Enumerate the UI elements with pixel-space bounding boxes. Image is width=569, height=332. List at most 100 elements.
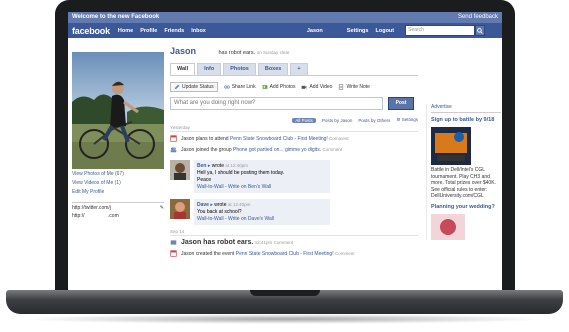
- main-column: Jason has robot ears. on Sunday clear Wa…: [170, 41, 418, 258]
- top-nav-bar: facebook Home Profile Friends Inbox Jaso…: [68, 23, 502, 38]
- arrow-icon: ▸: [207, 163, 211, 169]
- ad1-body: Battle in Dell/Intel's CGL tournament. P…: [431, 167, 496, 199]
- profile-picture[interactable]: [72, 52, 164, 169]
- twitter-url[interactable]: http://twitter.com/j: [72, 205, 111, 211]
- day-label-yesterday: Yesterday: [170, 125, 418, 132]
- edit-profile-link[interactable]: Edit My Profile: [72, 189, 164, 196]
- nav-user-name[interactable]: Jason: [307, 28, 323, 34]
- ad2-image[interactable]: [431, 213, 465, 240]
- tab-wall[interactable]: Wall: [170, 63, 196, 75]
- ads-column: Advertise Sign up to battle by 9/18 Batt…: [426, 104, 501, 240]
- wall-filters: All Posts Posts by Jason Posts by Others…: [170, 117, 418, 123]
- filter-all-posts[interactable]: All Posts: [292, 117, 316, 123]
- tab-info[interactable]: Info: [197, 63, 222, 75]
- feed-story: Jason created the event Penn State Snowb…: [170, 250, 418, 258]
- feed-story: Jason joined the group Phone got partied…: [170, 146, 418, 154]
- search-button[interactable]: [475, 25, 486, 36]
- website-url[interactable]: http://: [72, 213, 85, 219]
- story2-group-link[interactable]: Phone got partied on... gimme yo digits.: [233, 147, 321, 153]
- ad1-title[interactable]: Sign up to battle by 9/18: [431, 117, 501, 124]
- group-icon: [170, 147, 177, 153]
- ben-avatar[interactable]: [170, 160, 190, 180]
- tab-photos[interactable]: Photos: [223, 63, 256, 75]
- laptop-shadow: [20, 314, 549, 324]
- wall-to-wall-link-dave[interactable]: Wall-to-Wall - Write on Dave's Wall: [197, 216, 327, 223]
- wall-post-ben: Ben ▸ wrote at 12:40pm Hell ya, I should…: [170, 160, 418, 193]
- ad2-title[interactable]: Planning your wedding?: [431, 204, 501, 211]
- status-clear-link[interactable]: clear: [280, 50, 290, 55]
- filter-posts-by-jason[interactable]: Posts by Jason: [322, 118, 353, 123]
- nav-home[interactable]: Home: [118, 28, 133, 34]
- filter-posts-by-others[interactable]: Posts by Others: [358, 118, 390, 123]
- nav-settings[interactable]: Settings: [347, 28, 369, 34]
- story2-comment-link[interactable]: Comment: [322, 147, 342, 152]
- profile-name: Jason: [170, 46, 197, 56]
- big-status-comment-link[interactable]: Comment: [274, 240, 294, 245]
- add-photos-button[interactable]: Add Photos: [262, 84, 296, 90]
- share-link-button[interactable]: Share Link: [223, 84, 256, 90]
- post-verb: wrote: [211, 163, 224, 169]
- story1-event-link[interactable]: Penn State Snowboard Club - First Meetin…: [230, 136, 328, 142]
- status-pencil-icon: [174, 84, 180, 90]
- filter-settings-label: Settings: [401, 117, 418, 122]
- status-icon: [170, 240, 177, 245]
- share-link-label: Share Link: [231, 84, 256, 90]
- story1-comment-link[interactable]: Comment: [329, 136, 349, 141]
- welcome-strip: Welcome to the new Facebook Send feedbac…: [68, 12, 502, 23]
- status-text: has robot ears.: [218, 50, 256, 56]
- settings-gear-icon: ⚙: [396, 117, 401, 122]
- write-note-button[interactable]: Write Note: [338, 84, 370, 90]
- feed-story: Jason plans to attend Penn State Snowboa…: [170, 135, 418, 143]
- post-button[interactable]: Post: [388, 97, 414, 110]
- nav-friends[interactable]: Friends: [164, 28, 184, 34]
- ad1-image[interactable]: [431, 127, 471, 165]
- advertise-link[interactable]: Advertise: [431, 104, 501, 113]
- post-body-line: Peace: [197, 177, 212, 183]
- welcome-text: Welcome to the new Facebook: [72, 14, 160, 20]
- edit-pencil-icon[interactable]: ✎: [160, 205, 164, 211]
- big-status-time: 12:41pm: [254, 240, 273, 245]
- story3-comment-link[interactable]: Comment: [335, 251, 355, 256]
- laptop-base: [0, 290, 569, 332]
- story3-prefix: Jason created the event: [181, 251, 235, 257]
- wall-post-bubble: Ben ▸ wrote at 12:40pm Hell ya, I should…: [194, 160, 330, 193]
- post-author-ben[interactable]: Ben: [197, 163, 206, 169]
- wall-to-wall-link-ben[interactable]: Wall-to-Wall - Write on Ben's Wall: [197, 184, 327, 191]
- add-photos-label: Add Photos: [269, 84, 296, 90]
- nav-logout[interactable]: Logout: [375, 28, 394, 34]
- story-text: Jason plans to attend Penn State Snowboa…: [181, 135, 349, 143]
- profile-tabs: Wall Info Photos Boxes +: [170, 63, 418, 76]
- story2-prefix: Jason joined the group: [181, 147, 232, 153]
- browser-screen: Welcome to the new Facebook Send feedbac…: [68, 12, 502, 292]
- tab-add[interactable]: +: [290, 63, 308, 75]
- link-icon: [223, 85, 230, 89]
- status-input[interactable]: What are you doing right now?: [170, 97, 383, 110]
- dave-avatar[interactable]: [170, 199, 190, 219]
- view-videos-link[interactable]: View Videos of Me (1): [72, 180, 164, 187]
- filter-settings[interactable]: ⚙ Settings: [396, 117, 418, 123]
- add-video-button[interactable]: Add Video: [301, 84, 332, 90]
- note-icon: [339, 84, 344, 90]
- post-body-line: Hell ya, I should be posting them today.: [197, 170, 285, 176]
- profile-status: has robot ears. on Sunday clear: [218, 50, 289, 56]
- screen-fade: [68, 272, 502, 292]
- wall-post-bubble: Dave ▸ wrote at 12:40pm You back at scho…: [194, 199, 330, 225]
- send-feedback-link[interactable]: Send feedback: [458, 12, 498, 23]
- day-label-sep14: Sep 14: [170, 229, 418, 236]
- search-input[interactable]: Search: [405, 25, 476, 36]
- nav-inbox[interactable]: Inbox: [191, 28, 206, 34]
- tab-boxes[interactable]: Boxes: [257, 63, 289, 75]
- view-photos-link[interactable]: View Photos of Me (67): [72, 171, 164, 178]
- facebook-logo[interactable]: facebook: [72, 26, 110, 36]
- video-icon: [302, 85, 307, 89]
- update-status-label: Update Status: [182, 84, 214, 90]
- update-status-button[interactable]: Update Status: [170, 82, 218, 92]
- search-icon: [477, 27, 483, 34]
- nav-profile[interactable]: Profile: [140, 28, 157, 34]
- twitter-row: http://twitter.com/j ✎: [72, 205, 164, 211]
- story3-event-link[interactable]: Penn State Snowboard Club - First Meetin…: [236, 251, 334, 257]
- post-time: at 12:40pm: [227, 202, 251, 207]
- arrow-icon: ▸: [210, 202, 213, 208]
- post-body-line: You back at school?: [197, 209, 242, 215]
- post-author-dave[interactable]: Dave: [197, 202, 209, 208]
